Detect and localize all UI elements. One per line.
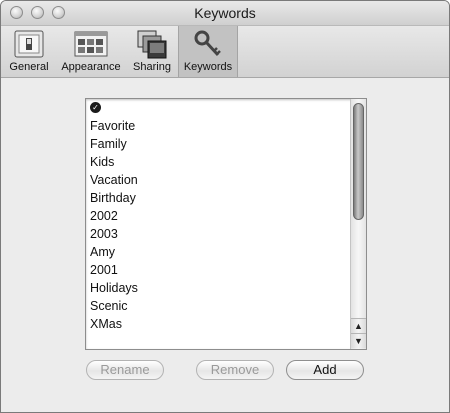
scroll-up-arrow-icon[interactable]: ▲ — [351, 318, 366, 333]
tab-general-label: General — [9, 61, 49, 73]
tab-general[interactable]: General — [5, 26, 53, 77]
list-item[interactable]: Scenic — [86, 297, 348, 315]
list-item[interactable]: Birthday — [86, 189, 348, 207]
tab-appearance[interactable]: Appearance — [57, 26, 125, 77]
list-item[interactable]: 2001 — [86, 261, 348, 279]
list-item[interactable]: 2003 — [86, 225, 348, 243]
sharing-icon — [137, 30, 167, 59]
tab-keywords[interactable]: Keywords — [178, 26, 238, 77]
list-item[interactable]: XMas — [86, 315, 348, 333]
keywords-list[interactable]: ✓ Favorite Family Kids Vacation Birthday… — [85, 98, 367, 350]
scroll-down-arrow-icon[interactable]: ▼ — [351, 333, 366, 348]
window-title: Keywords — [194, 5, 256, 21]
keywords-pane: ✓ Favorite Family Kids Vacation Birthday… — [1, 78, 449, 412]
list-item[interactable]: 2002 — [86, 207, 348, 225]
switch-icon — [14, 30, 44, 58]
tab-appearance-label: Appearance — [61, 61, 121, 73]
list-item[interactable]: Favorite — [86, 117, 348, 135]
title-bar: Keywords — [1, 1, 449, 26]
list-item-checkmark[interactable]: ✓ — [86, 99, 348, 117]
list-item[interactable]: Family — [86, 135, 348, 153]
list-item[interactable]: Amy — [86, 243, 348, 261]
remove-button[interactable]: Remove — [196, 360, 274, 380]
list-item[interactable]: Kids — [86, 153, 348, 171]
preferences-window: Keywords General Appearance Sharing Keyw… — [0, 0, 450, 413]
tab-sharing[interactable]: Sharing — [128, 26, 176, 77]
tab-keywords-label: Keywords — [183, 61, 233, 73]
list-item[interactable]: Vacation — [86, 171, 348, 189]
tab-sharing-label: Sharing — [133, 61, 171, 73]
checkmark-icon: ✓ — [90, 102, 101, 114]
key-icon — [194, 30, 221, 57]
vertical-scrollbar[interactable]: ▲ ▼ — [350, 99, 366, 349]
rename-button[interactable]: Rename — [86, 360, 164, 380]
list-item[interactable]: Holidays — [86, 279, 348, 297]
keywords-list-items: ✓ Favorite Family Kids Vacation Birthday… — [86, 99, 348, 333]
preferences-toolbar: General Appearance Sharing Keywords — [1, 26, 449, 78]
appearance-icon — [74, 31, 108, 57]
add-button[interactable]: Add — [286, 360, 364, 380]
scrollbar-thumb[interactable] — [353, 103, 364, 220]
